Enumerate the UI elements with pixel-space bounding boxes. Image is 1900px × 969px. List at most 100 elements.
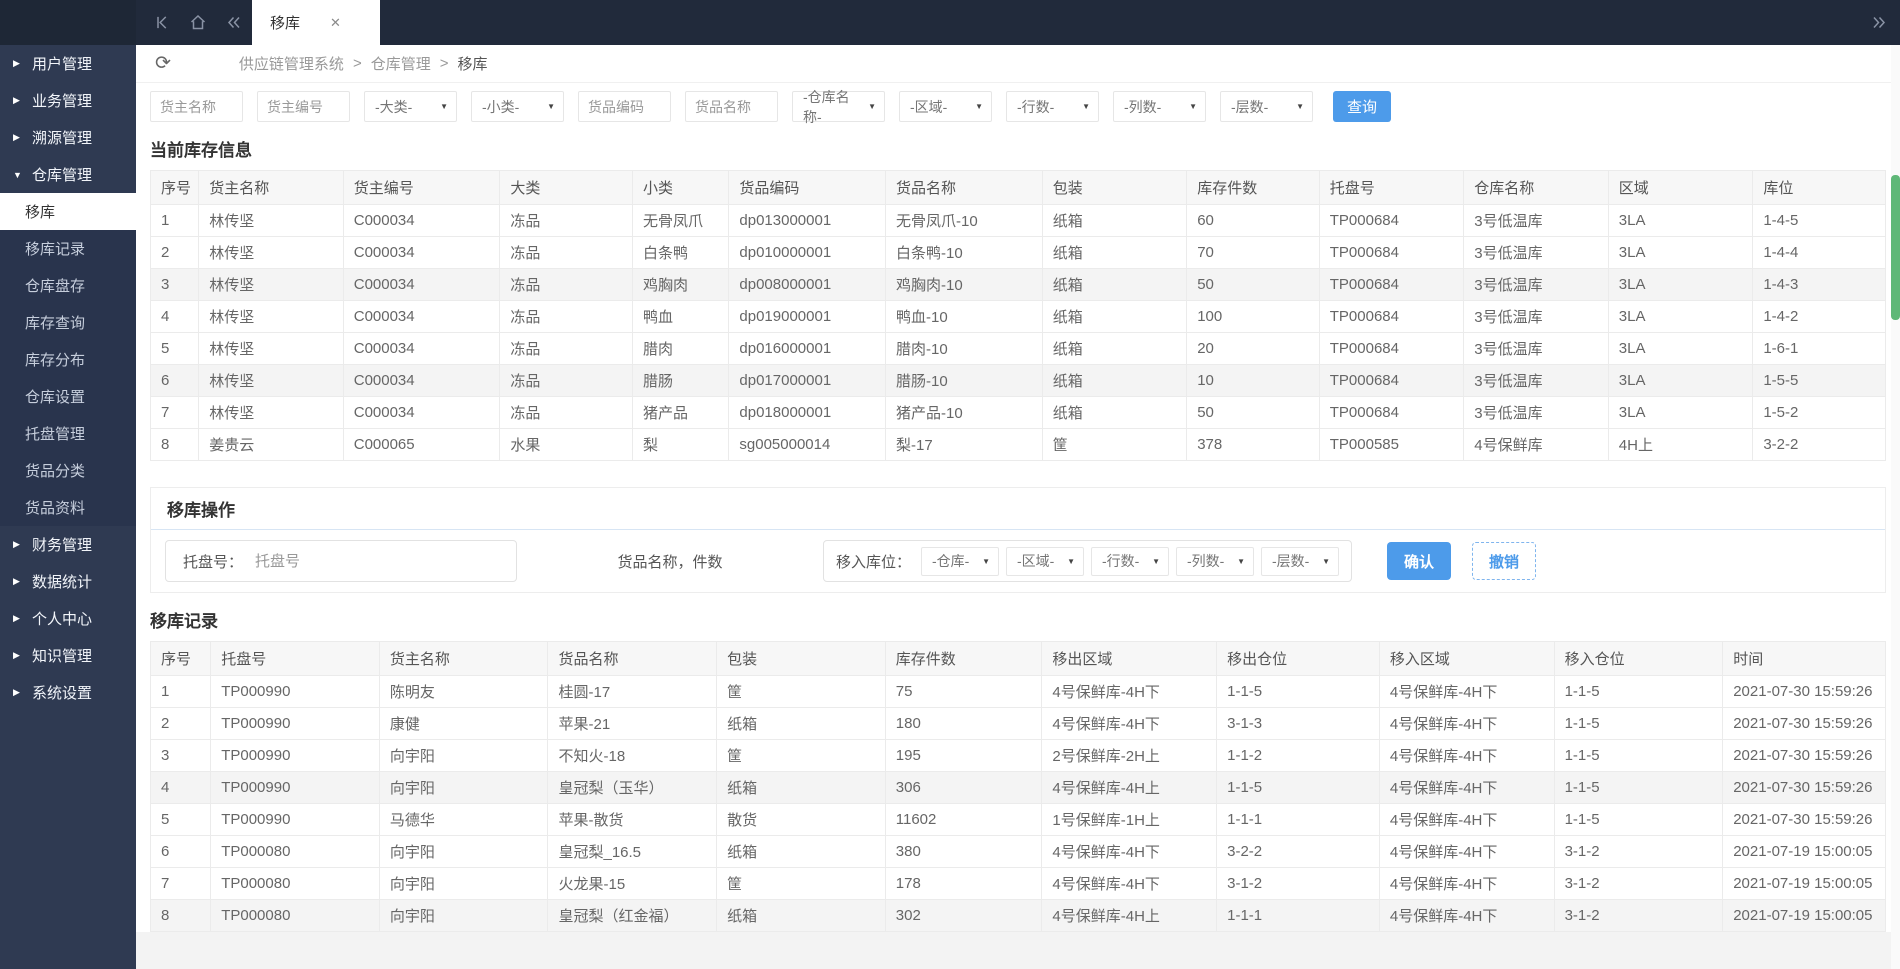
- scroll-tabs-right-icon[interactable]: [1872, 0, 1886, 45]
- sidebar-item-label: 知识管理: [32, 648, 93, 665]
- table-cell: 2021-07-30 15:59:26: [1722, 675, 1886, 708]
- table-cell: 纸箱: [1041, 236, 1188, 269]
- region-select[interactable]: -区域- ▼: [899, 91, 992, 122]
- table-row: 5 TP000990 马德华 苹果-散货 散货 11602 1号保鲜库-1H上 1-1-1 4号…: [149, 803, 1886, 836]
- column-header: 托盘号: [210, 641, 380, 676]
- cols-select[interactable]: -列数- ▼: [1113, 91, 1206, 122]
- table-cell: C000034: [342, 268, 501, 301]
- sidebar-subitem-stocktaking[interactable]: 仓库盘存: [0, 267, 136, 304]
- table-cell: 1-4-5: [1752, 204, 1886, 237]
- confirm-button[interactable]: 确认: [1387, 542, 1452, 580]
- tab-label: 移库: [270, 15, 301, 32]
- table-cell: C000034: [342, 204, 501, 237]
- undo-button[interactable]: 撤销: [1472, 542, 1537, 580]
- table-cell: 20: [1186, 332, 1320, 365]
- table-cell: 70: [1186, 236, 1320, 269]
- sidebar-subitem-inventory-query[interactable]: 库存查询: [0, 304, 136, 341]
- table-cell: 林传坚: [198, 364, 344, 397]
- table-row[interactable]: 2 林传坚 C000034 冻品 白条鸭 dp010000001 白条鸭-10 纸箱 70 TP0…: [149, 236, 1886, 269]
- sidebar-item-business-mgmt[interactable]: ▶ 业务管理: [0, 82, 136, 119]
- table-row[interactable]: 3 林传坚 C000034 冻品 鸡胸肉 dp008000001 鸡胸肉-10 纸箱 50 TP0…: [149, 268, 1886, 301]
- sidebar-item-system-settings[interactable]: ▶ 系统设置: [0, 674, 136, 711]
- table-cell: 3号低温库: [1463, 332, 1609, 365]
- table-cell: 纸箱: [716, 771, 886, 804]
- table-cell: 6: [149, 835, 212, 868]
- sidebar-subitem-inventory-distribution[interactable]: 库存分布: [0, 341, 136, 378]
- table-cell: 3-1-2: [1553, 867, 1724, 900]
- sidebar-item-personal-center[interactable]: ▶ 个人中心: [0, 600, 136, 637]
- table-cell: 4号保鲜库-4H下: [1041, 835, 1218, 868]
- sidebar-item-finance-mgmt[interactable]: ▶ 财务管理: [0, 526, 136, 563]
- target-rows-select[interactable]: -行数- ▼: [1091, 546, 1170, 576]
- sidebar-item-label: 仓库管理: [32, 167, 93, 184]
- breadcrumb-item-system[interactable]: 供应链管理系统: [239, 53, 344, 74]
- rows-select[interactable]: -行数- ▼: [1006, 91, 1099, 122]
- owner-code-input[interactable]: [257, 91, 350, 122]
- table-cell: 4号保鲜库-4H下: [1378, 835, 1555, 868]
- collapse-tabs-left-icon[interactable]: [216, 0, 252, 45]
- table-row[interactable]: 6 林传坚 C000034 冻品 腊肠 dp017000001 腊肠-10 纸箱 10 TP000…: [149, 364, 1886, 397]
- sidebar-item-data-stats[interactable]: ▶ 数据统计: [0, 563, 136, 600]
- scrollbar-track[interactable]: [1891, 45, 1900, 969]
- sidebar-item-knowledge-mgmt[interactable]: ▶ 知识管理: [0, 637, 136, 674]
- table-cell: C000034: [342, 364, 501, 397]
- breadcrumb-item-warehouse-mgmt[interactable]: 仓库管理: [371, 53, 431, 74]
- target-location-label: 移入库位：: [836, 553, 912, 571]
- table-row[interactable]: 5 林传坚 C000034 冻品 腊肉 dp016000001 腊肉-10 纸箱 20 TP000…: [149, 332, 1886, 365]
- table-cell: 2021-07-30 15:59:26: [1722, 803, 1886, 836]
- table-row: 8 TP000080 向宇阳 皇冠梨（红金福） 纸箱 302 4号保鲜库-4H上 1-1-1 4…: [149, 899, 1886, 932]
- search-button[interactable]: 查询: [1333, 91, 1391, 122]
- table-cell: 4H上: [1607, 428, 1754, 461]
- sidebar-subitem-pallet-mgmt[interactable]: 托盘管理: [0, 415, 136, 452]
- tab-yiku[interactable]: 移库 ✕: [252, 0, 380, 45]
- table-cell: 不知火-18: [547, 739, 718, 772]
- sidebar-subitem-move-records[interactable]: 移库记录: [0, 230, 136, 267]
- table-cell: 皇冠梨（红金福）: [547, 899, 718, 932]
- sidebar-subitem-goods-category[interactable]: 货品分类: [0, 452, 136, 489]
- goods-code-input[interactable]: [578, 91, 671, 122]
- column-header: 大类: [499, 170, 633, 205]
- table-cell: 1: [149, 675, 212, 708]
- column-header: 时间: [1722, 641, 1886, 676]
- table-row[interactable]: 8 姜贵云 C000065 水果梨 sg005000014 梨-17 筐 378 TP00058…: [149, 428, 1886, 461]
- caret-right-icon: ▶: [13, 58, 20, 68]
- target-cols-select[interactable]: -列数- ▼: [1176, 546, 1255, 576]
- table-cell: 向宇阳: [378, 899, 549, 932]
- table-cell: 8: [149, 428, 200, 461]
- table-cell: 5: [149, 803, 212, 836]
- layers-select[interactable]: -层数- ▼: [1220, 91, 1313, 122]
- target-layers-select[interactable]: -层数- ▼: [1261, 546, 1340, 576]
- sidebar-subitem-move[interactable]: 移库: [0, 193, 136, 230]
- table-row[interactable]: 1 林传坚 C000034 冻品 无骨凤爪 dp013000001 无骨凤爪-10 纸箱 60 T…: [149, 204, 1886, 237]
- category-select[interactable]: -大类- ▼: [364, 91, 457, 122]
- sidebar-subitem-goods-info[interactable]: 货品资料: [0, 489, 136, 526]
- sidebar-item-trace-mgmt[interactable]: ▶ 溯源管理: [0, 119, 136, 156]
- table-cell: 178: [884, 867, 1043, 900]
- table-cell: 3LA: [1607, 236, 1754, 269]
- goods-name-input[interactable]: [685, 91, 778, 122]
- subcategory-select[interactable]: -小类- ▼: [471, 91, 564, 122]
- breadcrumb-bar: ⟳ 供应链管理系统 > 仓库管理 > 移库: [136, 45, 1900, 83]
- table-cell: 3LA: [1607, 204, 1754, 237]
- owner-name-input[interactable]: [150, 91, 243, 122]
- sidebar-subitem-warehouse-settings[interactable]: 仓库设置: [0, 378, 136, 415]
- sidebar-item-user-mgmt[interactable]: ▶ 用户管理: [0, 45, 136, 82]
- pallet-input[interactable]: [253, 551, 506, 571]
- table-row[interactable]: 4 林传坚 C000034 冻品 鸭血 dp019000001 鸭血-10 纸箱 100 TP00…: [149, 300, 1886, 333]
- table-cell: 60: [1186, 204, 1320, 237]
- warehouse-select[interactable]: -仓库名称- ▼: [792, 89, 885, 125]
- table-cell: 1-1-5: [1553, 803, 1724, 836]
- target-warehouse-select[interactable]: -仓库- ▼: [921, 546, 1000, 576]
- tab-close-icon[interactable]: ✕: [330, 15, 341, 31]
- refresh-icon[interactable]: ⟳: [155, 54, 171, 73]
- target-region-select[interactable]: -区域- ▼: [1006, 546, 1085, 576]
- scrollbar-thumb[interactable]: [1891, 175, 1900, 320]
- table-row[interactable]: 7 林传坚 C000034 冻品 猪产品 dp018000001 猪产品-10 纸箱 50 TP0…: [149, 396, 1886, 429]
- table-cell: sg005000014: [728, 428, 887, 461]
- sidebar-item-warehouse-mgmt[interactable]: ▼ 仓库管理: [0, 156, 136, 193]
- back-icon[interactable]: [144, 0, 180, 45]
- table-cell: dp016000001: [728, 332, 887, 365]
- table-cell: 1-4-4: [1752, 236, 1886, 269]
- home-icon[interactable]: [180, 0, 216, 45]
- table-cell: 无骨凤爪-10: [885, 204, 1043, 237]
